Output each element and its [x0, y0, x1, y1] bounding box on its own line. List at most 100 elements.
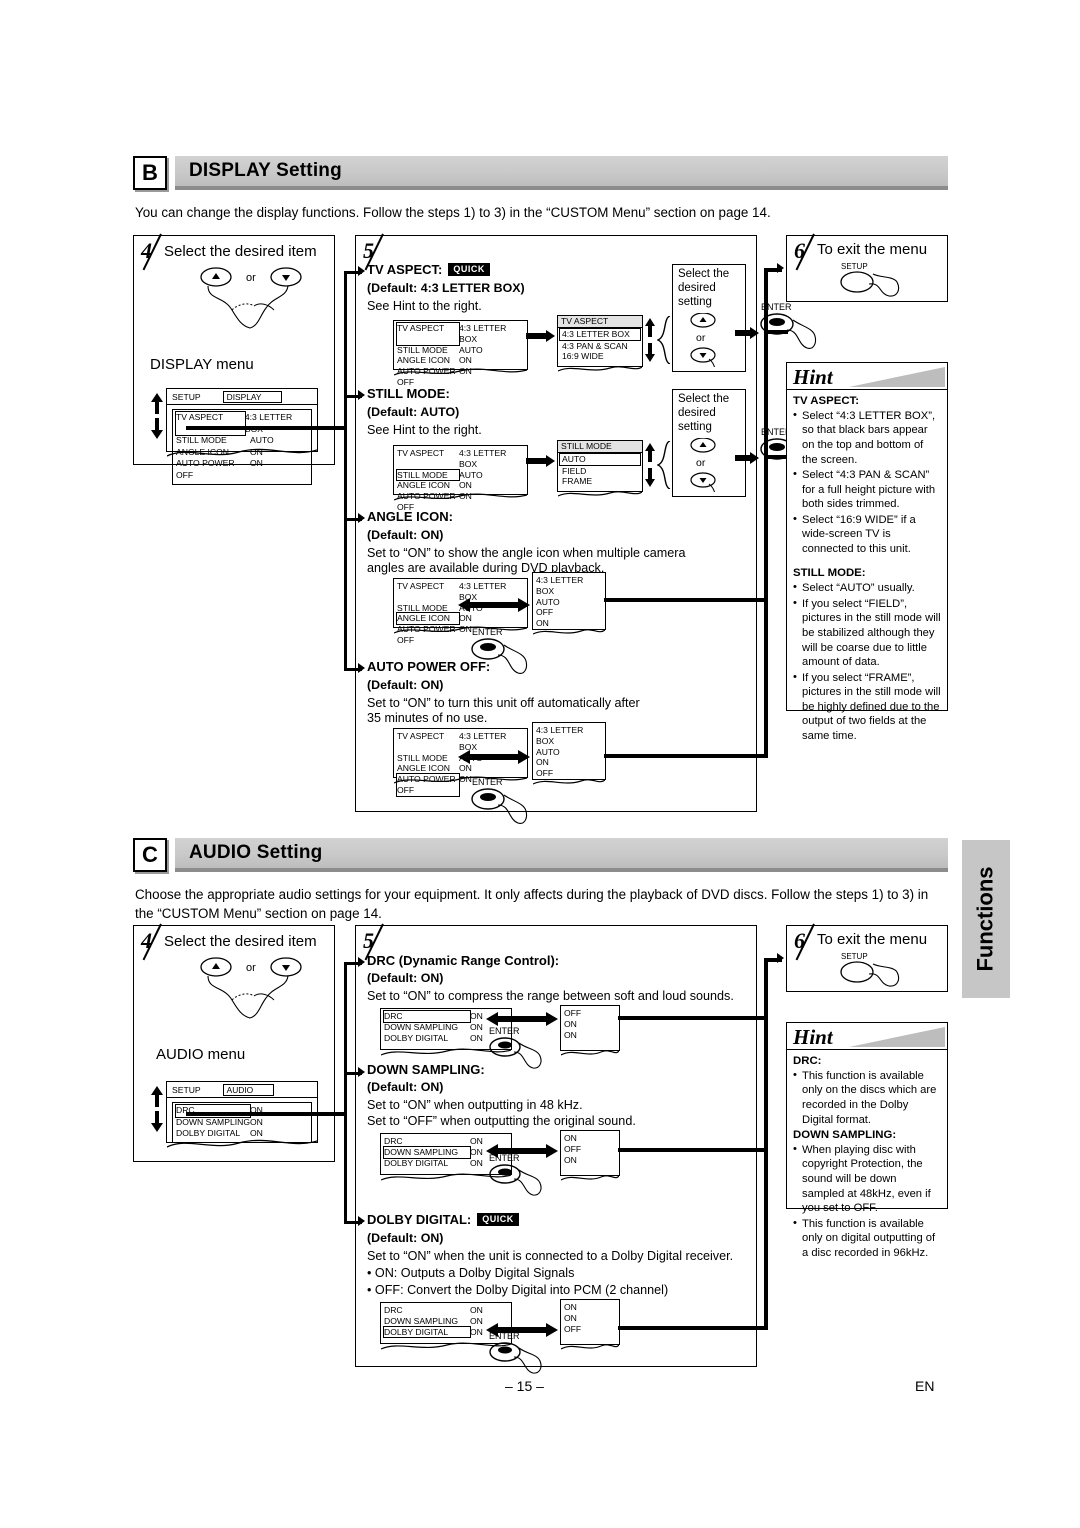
osd-row-key: TV ASPECT — [175, 410, 246, 437]
updown-buttons-icon: or — [690, 313, 716, 367]
audio-values-down-sampling: ON OFF ON — [560, 1130, 620, 1181]
audio-item-dolby-digital-default: (Default: ON) — [367, 1231, 444, 1245]
svg-text:ENTER: ENTER — [489, 1026, 520, 1036]
audio-item-down-sampling-desc-2: Set to “OFF” when outputting the origina… — [367, 1114, 636, 1128]
display-item-tv-aspect-desc: See Hint to the right. — [367, 299, 482, 313]
osd-row-key: DRC — [384, 1305, 403, 1315]
audio-values-dolby-digital: ON ON OFF — [560, 1299, 620, 1350]
display-branch-arrow-3 — [358, 513, 365, 523]
section-b-title: DISPLAY Setting — [189, 160, 342, 181]
popup-option[interactable]: 4:3 PAN & SCAN — [558, 341, 642, 352]
enter-button-illustration: ENTER — [489, 1026, 542, 1069]
svg-text:ENTER: ENTER — [489, 1331, 520, 1341]
display-item-angle-icon-default: (Default: ON) — [367, 528, 444, 542]
display-step6-arrow — [777, 263, 784, 273]
display-osd-setup-label: SETUP — [172, 391, 201, 402]
audio-item-drc-head: DRC (Dynamic Range Control): — [367, 953, 560, 968]
osd-row-value: ON — [470, 1136, 483, 1146]
svg-text:ENTER: ENTER — [472, 627, 503, 637]
osd-row-value: ON — [470, 1032, 483, 1043]
osd-row-value: AUTO — [459, 344, 483, 355]
popup-option[interactable]: FRAME — [558, 476, 642, 487]
audio-item-dolby-digital-head: DOLBY DIGITAL: QUICK — [367, 1212, 519, 1227]
display-branch-arrow-1 — [358, 266, 365, 276]
svg-text:SETUP: SETUP — [841, 262, 868, 271]
value-row: OFF — [564, 1008, 582, 1018]
display-item-still-mode-desc: See Hint to the right. — [367, 423, 482, 437]
section-b-letter: B — [133, 156, 167, 190]
display-values-angle-icon: 4:3 LETTER BOX AUTO OFF ON — [532, 572, 606, 635]
osd-row: STILL MODEAUTO — [394, 468, 527, 482]
arrow-shaft — [526, 458, 548, 464]
scroll-arrows-audio — [151, 1086, 163, 1132]
popup-option[interactable]: 4:3 LETTER BOX — [559, 327, 641, 341]
display-branch-arrow-2 — [358, 390, 365, 400]
popup-option[interactable]: 16:9 WIDE — [558, 351, 642, 362]
hint-bullet-list: When playing disc with copyright Protect… — [793, 1142, 941, 1261]
osd-row: TV ASPECT4:3 LETTER BOX — [175, 410, 308, 437]
display-popup-tv-aspect: TV ASPECT 4:3 LETTER BOX 4:3 PAN & SCAN … — [557, 315, 643, 372]
audio-return-2 — [618, 1148, 768, 1152]
osd-row-value: ON — [470, 1315, 483, 1326]
torn-edge — [558, 491, 642, 497]
osd-row-key: DRC — [383, 1010, 471, 1023]
hint-bullet: If you select “FIELD”, pictures in the s… — [793, 596, 941, 670]
value-row: 4:3 LETTER BOX — [536, 575, 584, 596]
value-row: ON — [564, 1154, 577, 1165]
torn-edge — [394, 368, 527, 376]
svg-text:or: or — [696, 332, 706, 344]
brace-still-mode — [657, 441, 671, 489]
osd-row-key: DOLBY DIGITAL — [384, 1157, 449, 1168]
hint-bullet: When playing disc with copyright Protect… — [793, 1142, 941, 1216]
svg-text:or: or — [696, 457, 706, 469]
display-item-auto-power-off-head: AUTO POWER OFF: — [367, 659, 491, 674]
display-spine-upper — [344, 271, 347, 431]
svg-text:or: or — [246, 272, 256, 284]
popup-option[interactable]: FIELD — [558, 466, 642, 477]
popup-option[interactable]: AUTO — [559, 452, 641, 466]
enter-button-illustration: ENTER — [471, 627, 528, 674]
audio-return-3 — [618, 1326, 768, 1330]
audio-item-dolby-digital-desc-1: Set to “ON” when the unit is connected t… — [367, 1249, 734, 1263]
audio-hint-box: Hint DRC: This function is available onl… — [786, 1022, 948, 1259]
svg-text:SETUP: SETUP — [841, 952, 868, 961]
audio-osd-setup-label: SETUP — [172, 1084, 201, 1095]
popup-title: STILL MODE — [558, 441, 642, 453]
side-tab-label: Functions — [973, 866, 999, 972]
display-osd-tv-aspect: TV ASPECT 4:3 LETTER BOX STILL MODE AUTO A… — [393, 320, 528, 387]
audio-menu-caption: AUDIO menu — [156, 1046, 246, 1063]
page-language: EN — [915, 1378, 935, 1394]
osd-row-key: DOLBY DIGITAL — [383, 1325, 471, 1339]
section-c-header: C AUDIO Setting — [133, 838, 948, 872]
audio-item-down-sampling-head: DOWN SAMPLING: — [367, 1062, 485, 1077]
osd-row: TV ASPECT4:3 LETTER BOX — [394, 322, 527, 346]
arrow-head-right — [546, 455, 555, 467]
value-row: AUTO — [536, 746, 560, 757]
brace-tv-aspect — [657, 316, 671, 364]
torn-edge-display-menu — [167, 448, 317, 457]
osd-row-key: TV ASPECT — [397, 448, 445, 458]
enter-button-illustration: ENTER — [471, 777, 528, 824]
setup-button-illustration: SETUP — [840, 952, 900, 987]
hint-bullet: If you select “FRAME”, pictures in the s… — [793, 670, 941, 744]
value-row: OFF — [564, 1323, 582, 1334]
torn-edge — [561, 1175, 619, 1181]
hint-heading: DOWN SAMPLING: — [793, 1129, 897, 1142]
display-item-tv-aspect-default: (Default: 4:3 LETTER BOX) — [367, 281, 525, 295]
osd-row-key: DOWN SAMPLING — [384, 1021, 459, 1032]
value-row: ON — [564, 1029, 577, 1040]
popup-title: TV ASPECT — [558, 316, 642, 328]
display-menu-caption: DISPLAY menu — [150, 356, 254, 373]
osd-row: TV ASPECT4:3 LETTER BOX — [394, 448, 527, 470]
value-row: ON — [564, 1018, 577, 1029]
audio-values-drc: OFF ON ON — [560, 1005, 620, 1056]
svg-text:or: or — [246, 962, 256, 974]
osd-row-key: TV ASPECT — [397, 731, 445, 741]
display-branch-arrow-4 — [358, 663, 365, 673]
osd-row-key: TV ASPECT — [396, 322, 460, 346]
hint-heading: TV ASPECT: — [793, 395, 860, 407]
osd-row: AUTO POWER OFF ON — [176, 458, 308, 481]
osd-row-key: STILL MODE — [397, 752, 448, 763]
hint-bullet: Select “4:3 LETTER BOX”, so that black b… — [793, 408, 941, 467]
torn-edge — [561, 1050, 619, 1056]
